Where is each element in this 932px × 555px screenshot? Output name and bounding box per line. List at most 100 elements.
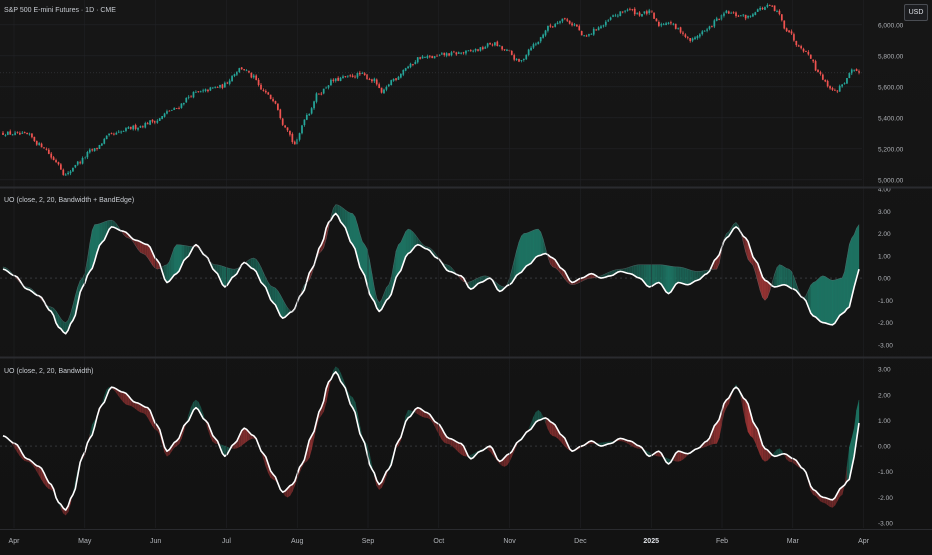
candle-body[interactable] [79, 162, 82, 164]
candle-body[interactable] [173, 108, 176, 110]
candle[interactable] [433, 56, 436, 59]
candle-body[interactable] [11, 134, 14, 136]
candle-body[interactable] [354, 76, 356, 78]
candle-body[interactable] [125, 128, 127, 131]
candle-body[interactable] [137, 128, 139, 130]
candle-body[interactable] [554, 24, 557, 27]
candle-body[interactable] [385, 86, 388, 90]
candle-body[interactable] [590, 33, 593, 35]
candle-body[interactable] [826, 80, 829, 87]
candle-body[interactable] [115, 132, 118, 135]
candle-body[interactable] [667, 22, 670, 24]
candle-body[interactable] [207, 89, 209, 92]
candle-body[interactable] [344, 76, 347, 78]
candle-body[interactable] [547, 25, 549, 31]
candle-body[interactable] [267, 92, 270, 95]
candle-body[interactable] [414, 61, 417, 65]
candle-body[interactable] [836, 90, 839, 92]
candle-body[interactable] [197, 91, 200, 93]
candle-body[interactable] [238, 68, 241, 72]
candle-body[interactable] [262, 89, 265, 91]
candle-body[interactable] [387, 84, 390, 87]
candle[interactable] [269, 94, 272, 100]
candle-body[interactable] [361, 73, 364, 74]
candle-body[interactable] [248, 71, 250, 73]
candle-body[interactable] [88, 149, 91, 153]
candle-body[interactable] [561, 18, 564, 22]
candle-body[interactable] [542, 34, 544, 38]
candle-body[interactable] [689, 38, 692, 41]
candle-body[interactable] [535, 43, 537, 45]
candle-body[interactable] [120, 131, 123, 133]
candle-body[interactable] [390, 80, 393, 86]
candle-body[interactable] [315, 93, 318, 102]
candle-body[interactable] [129, 126, 132, 129]
candle-body[interactable] [573, 24, 576, 26]
candle-body[interactable] [527, 49, 530, 55]
candle-body[interactable] [409, 63, 412, 68]
candle-body[interactable] [597, 27, 600, 31]
candle-body[interactable] [657, 21, 660, 26]
candle-body[interactable] [846, 78, 848, 84]
candle[interactable] [655, 18, 658, 22]
candle-body[interactable] [559, 21, 561, 23]
candle-body[interactable] [843, 83, 846, 85]
candle-body[interactable] [318, 93, 320, 95]
candle-body[interactable] [626, 9, 629, 11]
candle-body[interactable] [759, 7, 762, 10]
candle[interactable] [158, 117, 161, 121]
candle-body[interactable] [549, 25, 552, 27]
candle-body[interactable] [380, 87, 383, 93]
candle-body[interactable] [805, 51, 807, 52]
candle-body[interactable] [286, 127, 289, 131]
candle-body[interactable] [764, 7, 766, 10]
candle-body[interactable] [737, 15, 740, 17]
candle-body[interactable] [43, 147, 45, 149]
candle[interactable] [250, 72, 253, 79]
candle-body[interactable] [522, 58, 525, 60]
candle-body[interactable] [2, 132, 4, 135]
candle-body[interactable] [158, 118, 161, 121]
candle-body[interactable] [339, 77, 342, 81]
candle-body[interactable] [588, 34, 590, 36]
candle[interactable] [170, 109, 173, 111]
candle-body[interactable] [585, 35, 588, 37]
candle-body[interactable] [144, 123, 147, 128]
candle-body[interactable] [698, 34, 701, 37]
candle-body[interactable] [21, 132, 24, 134]
candle-body[interactable] [498, 45, 501, 47]
candle-body[interactable] [660, 24, 663, 26]
candle-body[interactable] [609, 17, 612, 20]
candle-body[interactable] [802, 48, 805, 52]
candle-body[interactable] [723, 13, 725, 16]
candle-body[interactable] [544, 30, 547, 36]
candle-body[interactable] [761, 8, 764, 10]
candle-body[interactable] [749, 15, 752, 17]
candle-body[interactable] [612, 15, 614, 17]
candle-body[interactable] [518, 59, 520, 62]
candle-body[interactable] [240, 67, 243, 70]
candle-body[interactable] [653, 13, 655, 19]
candle-body[interactable] [105, 135, 108, 140]
candle-body[interactable] [349, 75, 352, 77]
candle[interactable] [98, 144, 101, 150]
candle-body[interactable] [643, 11, 646, 14]
candle-body[interactable] [431, 56, 434, 59]
candle-body[interactable] [481, 47, 484, 50]
candle-body[interactable] [800, 46, 802, 49]
candle-body[interactable] [424, 57, 426, 58]
candle-body[interactable] [443, 52, 446, 56]
candle-body[interactable] [525, 54, 528, 60]
candle-body[interactable] [245, 70, 248, 72]
candle-body[interactable] [182, 103, 185, 105]
candle-body[interactable] [149, 120, 151, 125]
candle[interactable] [192, 91, 195, 99]
candle[interactable] [185, 97, 188, 103]
candle-body[interactable] [363, 73, 366, 76]
candle-body[interactable] [60, 164, 62, 170]
candle-body[interactable] [691, 38, 694, 41]
candle-body[interactable] [325, 87, 327, 89]
candle-body[interactable] [595, 29, 598, 31]
candle-body[interactable] [322, 88, 325, 94]
candle-body[interactable] [108, 133, 110, 136]
